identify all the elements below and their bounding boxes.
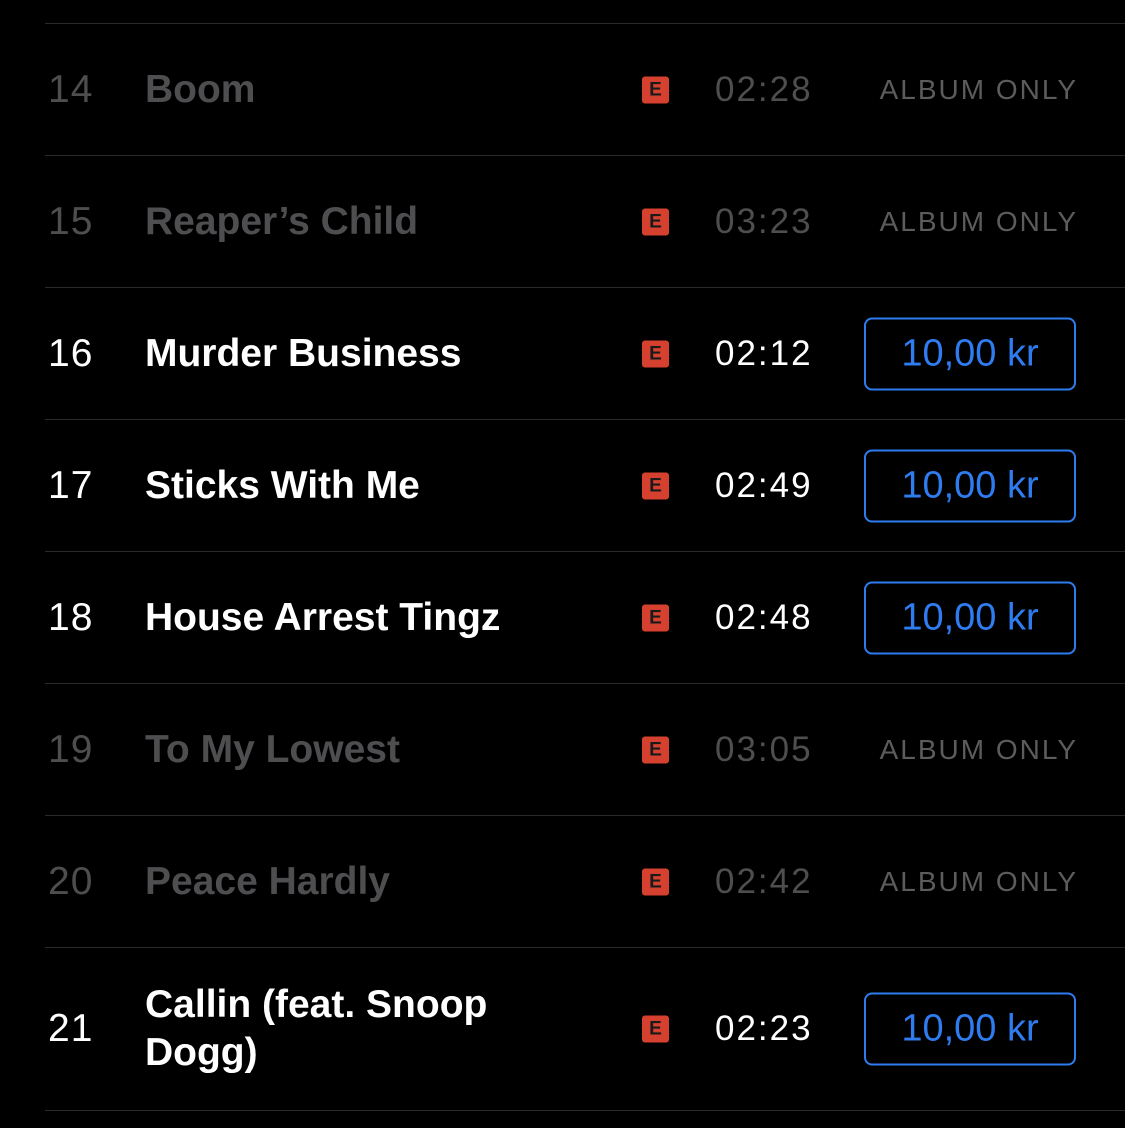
track-title: House Arrest Tingz	[145, 596, 501, 639]
track-title: Boom	[145, 68, 256, 111]
track-duration: 02:28	[715, 70, 813, 109]
buy-price-button[interactable]: 10,00 kr	[864, 449, 1076, 523]
track-title: Callin (feat. Snoop Dogg)	[145, 983, 488, 1074]
explicit-badge-icon: E	[642, 76, 669, 104]
explicit-badge-icon: E	[642, 736, 669, 764]
track-number: 15	[48, 200, 94, 243]
track-number: 16	[48, 332, 94, 375]
track-row-15[interactable]: 15 Reaper’s Child E 03:23 ALBUM ONLY	[45, 155, 1125, 288]
track-number: 14	[48, 68, 94, 111]
track-number: 17	[48, 464, 94, 507]
track-duration: 02:23	[715, 1009, 813, 1048]
explicit-badge-icon: E	[642, 868, 669, 896]
track-title: Peace Hardly	[145, 860, 390, 903]
track-number: 20	[48, 860, 94, 903]
track-duration: 02:49	[715, 466, 813, 505]
track-row-14[interactable]: 14 Boom E 02:28 ALBUM ONLY	[45, 23, 1125, 156]
track-title: Reaper’s Child	[145, 200, 419, 243]
track-duration: 02:42	[715, 862, 813, 901]
track-row-20[interactable]: 20 Peace Hardly E 02:42 ALBUM ONLY	[45, 815, 1125, 948]
track-duration: 02:12	[715, 334, 813, 373]
buy-price-button[interactable]: 10,00 kr	[864, 581, 1076, 655]
track-title: Sticks With Me	[145, 464, 420, 507]
buy-price-button[interactable]: 10,00 kr	[864, 992, 1076, 1066]
track-row-19[interactable]: 19 To My Lowest E 03:05 ALBUM ONLY	[45, 683, 1125, 816]
track-row-16[interactable]: 16 Murder Business E 02:12 10,00 kr	[45, 287, 1125, 420]
explicit-badge-icon: E	[642, 604, 669, 632]
album-only-label: ALBUM ONLY	[879, 206, 1078, 237]
explicit-badge-icon: E	[642, 1015, 669, 1043]
explicit-badge-icon: E	[642, 340, 669, 368]
track-list: 14 Boom E 02:28 ALBUM ONLY 15 Reaper’s C…	[0, 0, 1125, 1128]
track-duration: 03:23	[715, 202, 813, 241]
track-number: 18	[48, 596, 94, 639]
track-row-17[interactable]: 17 Sticks With Me E 02:49 10,00 kr	[45, 419, 1125, 552]
buy-price-button[interactable]: 10,00 kr	[864, 317, 1076, 391]
track-duration: 03:05	[715, 730, 813, 769]
track-row-18[interactable]: 18 House Arrest Tingz E 02:48 10,00 kr	[45, 551, 1125, 684]
explicit-badge-icon: E	[642, 472, 669, 500]
album-only-label: ALBUM ONLY	[879, 74, 1078, 105]
track-number: 19	[48, 728, 94, 771]
track-row-21[interactable]: 21 Callin (feat. Snoop Dogg) E 02:23 10,…	[45, 947, 1125, 1111]
track-title: Murder Business	[145, 332, 462, 375]
track-number: 21	[48, 1007, 94, 1050]
track-duration: 02:48	[715, 598, 813, 637]
explicit-badge-icon: E	[642, 208, 669, 236]
album-only-label: ALBUM ONLY	[879, 734, 1078, 765]
album-only-label: ALBUM ONLY	[879, 866, 1078, 897]
track-title: To My Lowest	[145, 728, 400, 771]
